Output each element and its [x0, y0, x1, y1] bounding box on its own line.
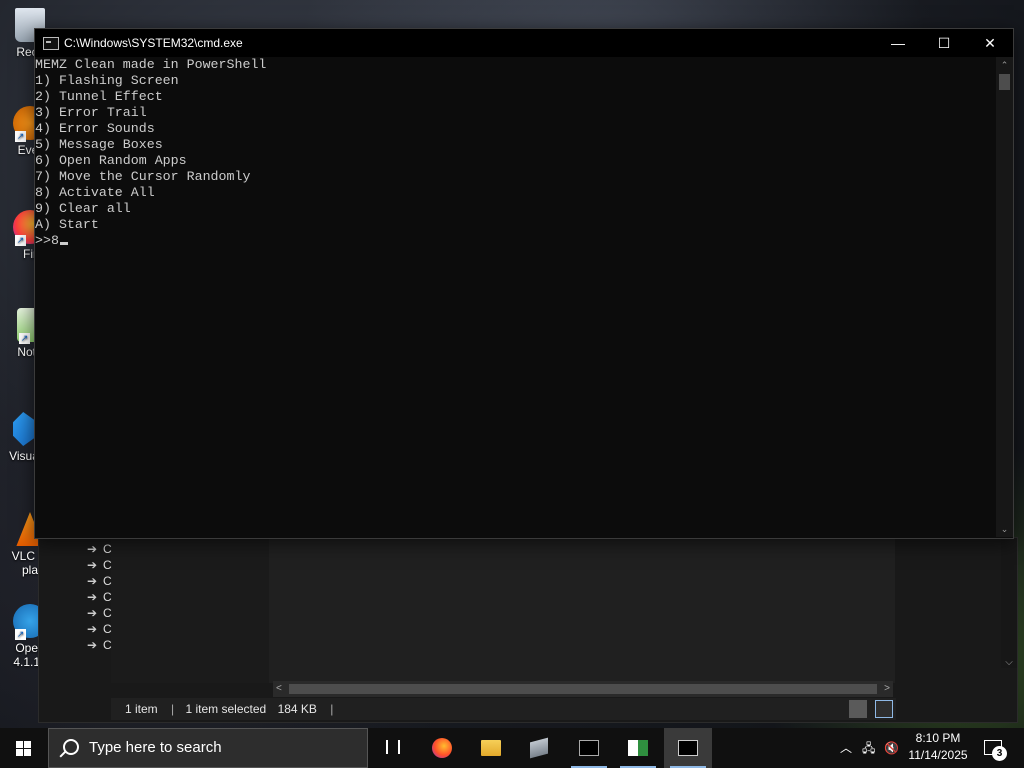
console-line: 5) Message Boxes — [35, 137, 163, 152]
terminal-icon — [579, 740, 599, 756]
status-separator: | — [171, 702, 175, 716]
status-size: 184 KB — [277, 702, 317, 716]
show-hidden-icons-button[interactable]: ︿ — [836, 728, 856, 768]
taskbar-clock[interactable]: 8:10 PM 11/14/2025 — [906, 730, 970, 764]
file-list-area[interactable] — [269, 538, 895, 683]
chevron-up-icon: ︿ — [839, 741, 852, 755]
taskbar: Type here to search ︿ 🖧 🔇 8:10 PM 11/14/… — [0, 728, 1024, 768]
arrow-right-icon: ➔ — [87, 590, 98, 604]
maximize-button[interactable]: ☐ — [921, 29, 967, 57]
taskbar-terminal[interactable] — [565, 728, 613, 768]
console-prompt: >>8 — [35, 233, 59, 248]
arrow-right-icon: ➔ — [87, 542, 98, 556]
network-computer-icon — [530, 737, 548, 759]
view-buttons — [845, 698, 893, 720]
nav-pane-item[interactable]: ➔ C — [87, 605, 112, 621]
nav-pane-item[interactable]: ➔ C — [87, 573, 112, 589]
cmd-icon — [678, 740, 698, 756]
network-tray-icon[interactable]: 🖧 — [862, 728, 880, 768]
shortcut-arrow-icon: ↗ — [15, 235, 26, 246]
nav-pane-item[interactable]: ➔ C — [87, 557, 112, 573]
taskbar-firefox[interactable] — [418, 728, 466, 768]
cmd-window: C:\Windows\SYSTEM32\cmd.exe — ☐ ✕ MEMZ C… — [34, 28, 1014, 539]
cmd-titlebar[interactable]: C:\Windows\SYSTEM32\cmd.exe — ☐ ✕ — [35, 29, 1013, 57]
console-line: 7) Move the Cursor Randomly — [35, 169, 251, 184]
arrow-right-icon: ➔ — [87, 558, 98, 572]
minimize-button[interactable]: — — [875, 29, 921, 57]
console-line: A) Start — [35, 217, 99, 232]
console-line: 9) Clear all — [35, 201, 131, 216]
notification-center-button[interactable]: 3 — [978, 728, 1024, 768]
firefox-icon — [432, 738, 452, 758]
nav-pane-item[interactable]: ➔ C — [87, 541, 112, 557]
console-output[interactable]: MEMZ Clean made in PowerShell 1) Flashin… — [35, 57, 995, 537]
console-line: 1) Flashing Screen — [35, 73, 179, 88]
notepad-icon — [628, 740, 648, 756]
close-button[interactable]: ✕ — [967, 29, 1013, 57]
chevron-left-icon[interactable]: < — [276, 681, 282, 697]
search-icon — [63, 739, 79, 755]
console-line: 8) Activate All — [35, 185, 155, 200]
task-view-icon — [386, 740, 400, 754]
console-line: MEMZ Clean made in PowerShell — [35, 57, 267, 72]
large-icons-view-icon[interactable] — [875, 700, 893, 718]
arrow-right-icon: ➔ — [87, 574, 98, 588]
explorer-horizontal-scrollbar[interactable]: < > — [273, 681, 893, 697]
chevron-up-icon[interactable]: ⌃ — [996, 57, 1013, 73]
nav-pane-item[interactable]: ➔ C — [87, 589, 112, 605]
chevron-right-icon[interactable]: > — [884, 681, 890, 697]
notification-count-badge: 3 — [992, 746, 1007, 761]
status-selected: 1 item selected — [185, 702, 267, 716]
scrollbar-thumb[interactable] — [999, 74, 1010, 90]
clock-date: 11/14/2025 — [908, 748, 968, 762]
network-icon: 🖧 — [862, 741, 876, 755]
console-line: 2) Tunnel Effect — [35, 89, 163, 104]
shortcut-arrow-icon: ↗ — [19, 333, 30, 344]
shortcut-arrow-icon: ↗ — [15, 629, 26, 640]
file-explorer-window: ➔ C ➔ C ➔ C ➔ C ➔ C ➔ C ➔ C ⌵ < > 1 item | 1 it… — [38, 537, 1018, 723]
taskbar-cmd[interactable] — [664, 728, 712, 768]
text-cursor — [59, 242, 68, 245]
arrow-right-icon: ➔ — [87, 622, 98, 636]
explorer-status-bar: 1 item | 1 item selected 184 KB | — [111, 698, 896, 720]
details-view-icon[interactable] — [848, 700, 867, 718]
taskbar-network-app[interactable] — [516, 728, 564, 768]
nav-pane-item[interactable]: ➔ C — [87, 621, 112, 637]
folder-icon — [481, 740, 501, 756]
console-line: 4) Error Sounds — [35, 121, 155, 136]
window-title: C:\Windows\SYSTEM32\cmd.exe — [64, 36, 243, 50]
chevron-down-icon[interactable]: ⌄ — [996, 521, 1013, 537]
search-placeholder: Type here to search — [89, 739, 222, 756]
cmd-vertical-scrollbar[interactable]: ⌃ ⌄ — [996, 57, 1013, 537]
console-line: 6) Open Random Apps — [35, 153, 187, 168]
explorer-vertical-scrollbar[interactable]: ⌵ — [1001, 538, 1017, 668]
shortcut-arrow-icon: ↗ — [15, 131, 26, 142]
taskbar-search-box[interactable]: Type here to search — [48, 728, 368, 768]
volume-muted-icon: 🔇 — [884, 741, 899, 755]
navigation-pane[interactable] — [111, 538, 269, 683]
clock-time: 8:10 PM — [915, 731, 961, 745]
nav-pane-item[interactable]: ➔ C — [87, 637, 112, 653]
volume-tray-icon[interactable]: 🔇 — [884, 728, 904, 768]
start-button[interactable] — [0, 728, 48, 768]
arrow-right-icon: ➔ — [87, 606, 98, 620]
task-view-button[interactable] — [368, 728, 416, 768]
taskbar-file-explorer[interactable] — [467, 728, 515, 768]
scrollbar-thumb[interactable] — [289, 684, 877, 694]
cmd-app-icon[interactable] — [43, 37, 59, 50]
taskbar-notepad-app[interactable] — [614, 728, 662, 768]
console-prompt-line[interactable]: >>8 — [35, 233, 995, 249]
chevron-down-icon[interactable]: ⌵ — [1001, 657, 1017, 668]
status-item-count: 1 item — [125, 702, 158, 716]
status-separator: | — [330, 702, 334, 716]
arrow-right-icon: ➔ — [87, 638, 98, 652]
console-line: 3) Error Trail — [35, 105, 147, 120]
